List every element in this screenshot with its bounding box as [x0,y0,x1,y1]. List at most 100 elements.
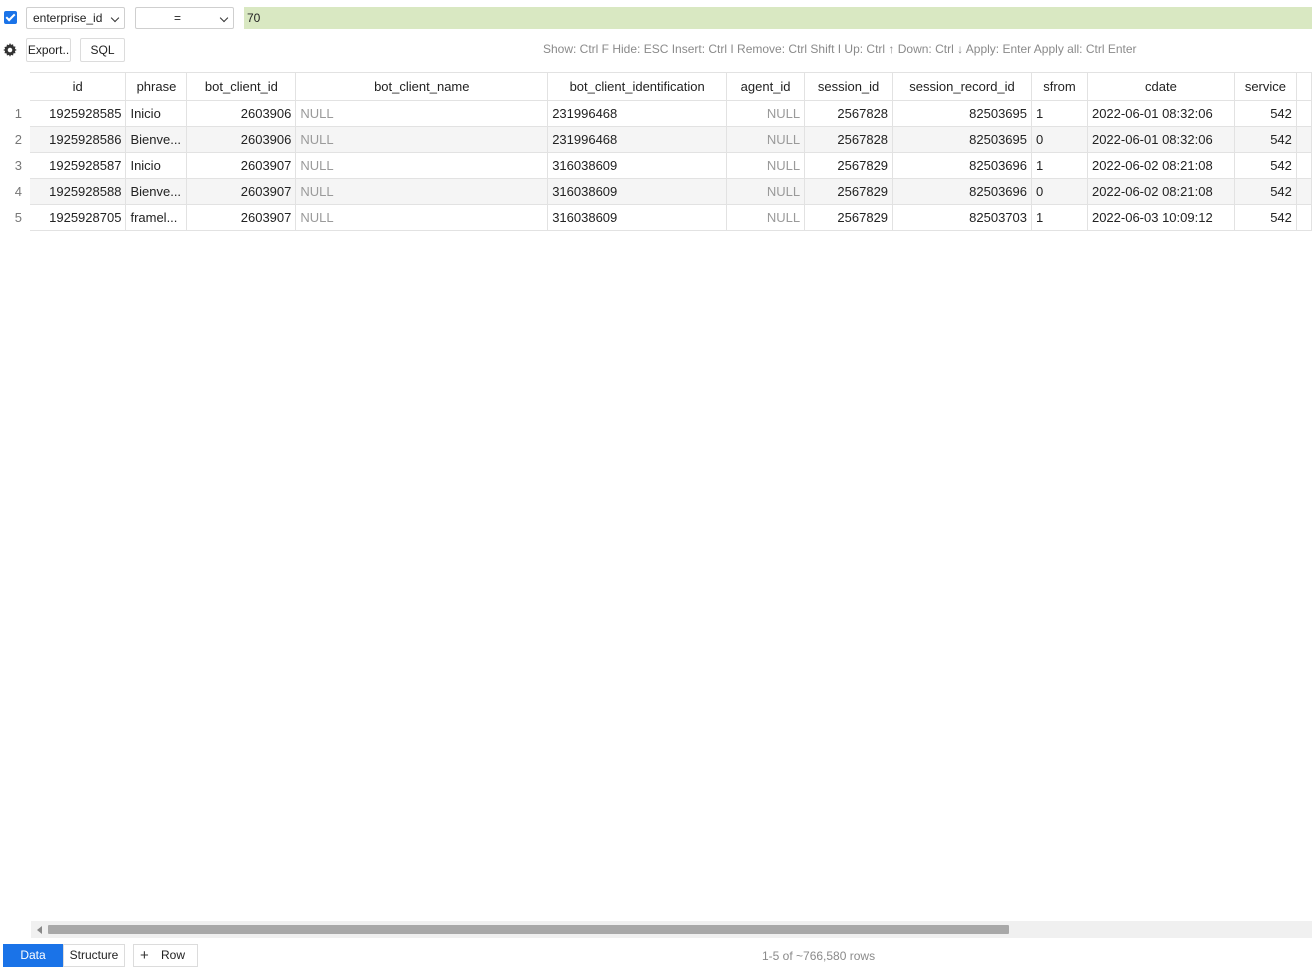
cell-id[interactable]: 1925928587 [29,152,127,179]
table-row[interactable]: 1 1925928585 Inicio 2603906 NULL 2319964… [0,100,1312,127]
cell-service[interactable]: 542 [1234,100,1297,127]
filter-column-select[interactable]: enterprise_id [26,7,125,29]
column-header[interactable]: bot_client_identification [547,72,728,101]
column-header[interactable]: sfrom [1031,72,1088,101]
cell-cdate[interactable]: 2022-06-03 10:09:12 [1087,204,1235,231]
table-row[interactable]: 5 1925928705 framel... 2603907 NULL 3160… [0,204,1312,231]
gear-icon[interactable] [3,43,17,57]
cell-bot-client-identification[interactable]: 316038609 [547,178,728,205]
cell-session-id[interactable]: 2567829 [804,178,894,205]
cell-bot-client-identification[interactable]: 316038609 [547,152,728,179]
cell-overflow[interactable] [1296,204,1312,231]
column-header[interactable]: cdate [1087,72,1235,101]
add-row-button[interactable]: + Row [133,944,198,967]
horizontal-scrollbar[interactable] [31,921,1312,938]
filter-enabled-checkbox[interactable] [4,11,17,24]
cell-bot-client-name[interactable]: NULL [295,100,549,127]
cell-agent-id[interactable]: NULL [726,100,806,127]
cell-session-id[interactable]: 2567828 [804,100,894,127]
column-header[interactable]: agent_id [726,72,806,101]
chevron-down-icon [110,13,120,23]
tab-structure[interactable]: Structure [63,944,125,967]
cell-bot-client-id[interactable]: 2603906 [186,126,297,153]
results-table: id phrase bot_client_id bot_client_name … [0,72,1312,231]
cell-bot-client-name[interactable]: NULL [295,178,549,205]
row-number: 4 [14,184,22,199]
cell-cdate[interactable]: 2022-06-01 08:32:06 [1087,100,1235,127]
scrollbar-thumb[interactable] [48,925,1009,934]
cell-bot-client-id[interactable]: 2603907 [186,152,297,179]
cell-overflow[interactable] [1296,100,1312,127]
cell-id[interactable]: 1925928588 [29,178,127,205]
column-header[interactable]: service [1234,72,1297,101]
header-row: id phrase bot_client_id bot_client_name … [0,72,1312,101]
cell-session-record-id[interactable]: 82503696 [892,178,1032,205]
toolbar: Export.. SQL Show: Ctrl F Hide: ESC Inse… [0,38,1312,62]
cell-service[interactable]: 542 [1234,178,1297,205]
cell-overflow[interactable] [1296,126,1312,153]
cell-overflow[interactable] [1296,152,1312,179]
cell-phrase[interactable]: framel... [125,204,188,231]
cell-sfrom[interactable]: 1 [1031,152,1088,179]
table-row[interactable]: 4 1925928588 Bienve... 2603907 NULL 3160… [0,178,1312,205]
data-grid: id phrase bot_client_id bot_client_name … [0,72,1312,231]
scroll-left-icon[interactable] [37,926,42,934]
tab-data[interactable]: Data [3,944,63,967]
cell-session-record-id[interactable]: 82503695 [892,126,1032,153]
cell-overflow[interactable] [1296,178,1312,205]
column-header[interactable]: bot_client_id [186,72,297,101]
cell-sfrom[interactable]: 1 [1031,100,1088,127]
cell-sfrom[interactable]: 0 [1031,126,1088,153]
cell-id[interactable]: 1925928586 [29,126,127,153]
column-header[interactable]: bot_client_name [295,72,549,101]
cell-bot-client-name[interactable]: NULL [295,204,549,231]
cell-agent-id[interactable]: NULL [726,126,806,153]
column-header[interactable]: session_record_id [892,72,1032,101]
cell-bot-client-identification[interactable]: 231996468 [547,126,728,153]
cell-id[interactable]: 1925928705 [29,204,127,231]
export-button[interactable]: Export.. [26,38,71,62]
chevron-down-icon [219,13,229,23]
column-header[interactable]: session_id [804,72,894,101]
cell-bot-client-id[interactable]: 2603907 [186,204,297,231]
cell-service[interactable]: 542 [1234,204,1297,231]
cell-bot-client-id[interactable]: 2603906 [186,100,297,127]
cell-sfrom[interactable]: 0 [1031,178,1088,205]
column-header[interactable]: phrase [125,72,188,101]
row-number: 1 [14,106,22,121]
cell-agent-id[interactable]: NULL [726,204,806,231]
table-row[interactable]: 2 1925928586 Bienve... 2603906 NULL 2319… [0,126,1312,153]
cell-session-id[interactable]: 2567829 [804,152,894,179]
cell-cdate[interactable]: 2022-06-02 08:21:08 [1087,178,1235,205]
cell-bot-client-id[interactable]: 2603907 [186,178,297,205]
cell-sfrom[interactable]: 1 [1031,204,1088,231]
sql-button[interactable]: SQL [80,38,125,62]
cell-service[interactable]: 542 [1234,126,1297,153]
cell-session-id[interactable]: 2567828 [804,126,894,153]
filter-operator-select[interactable]: = [135,7,234,29]
cell-bot-client-identification[interactable]: 316038609 [547,204,728,231]
cell-session-record-id[interactable]: 82503695 [892,100,1032,127]
cell-cdate[interactable]: 2022-06-01 08:32:06 [1087,126,1235,153]
plus-icon: + [140,947,149,964]
cell-phrase[interactable]: Bienve... [125,126,188,153]
cell-bot-client-name[interactable]: NULL [295,126,549,153]
cell-session-id[interactable]: 2567829 [804,204,894,231]
filter-value-input[interactable]: 70 [244,7,1312,29]
cell-id[interactable]: 1925928585 [29,100,127,127]
cell-service[interactable]: 542 [1234,152,1297,179]
cell-phrase[interactable]: Inicio [125,152,188,179]
row-count-status: 1-5 of ~766,580 rows [762,949,876,963]
cell-agent-id[interactable]: NULL [726,178,806,205]
column-header[interactable]: id [29,72,127,101]
column-header[interactable] [1296,72,1312,101]
cell-session-record-id[interactable]: 82503696 [892,152,1032,179]
cell-phrase[interactable]: Bienve... [125,178,188,205]
cell-phrase[interactable]: Inicio [125,100,188,127]
cell-session-record-id[interactable]: 82503703 [892,204,1032,231]
cell-bot-client-identification[interactable]: 231996468 [547,100,728,127]
cell-bot-client-name[interactable]: NULL [295,152,549,179]
cell-agent-id[interactable]: NULL [726,152,806,179]
cell-cdate[interactable]: 2022-06-02 08:21:08 [1087,152,1235,179]
table-row[interactable]: 3 1925928587 Inicio 2603907 NULL 3160386… [0,152,1312,179]
